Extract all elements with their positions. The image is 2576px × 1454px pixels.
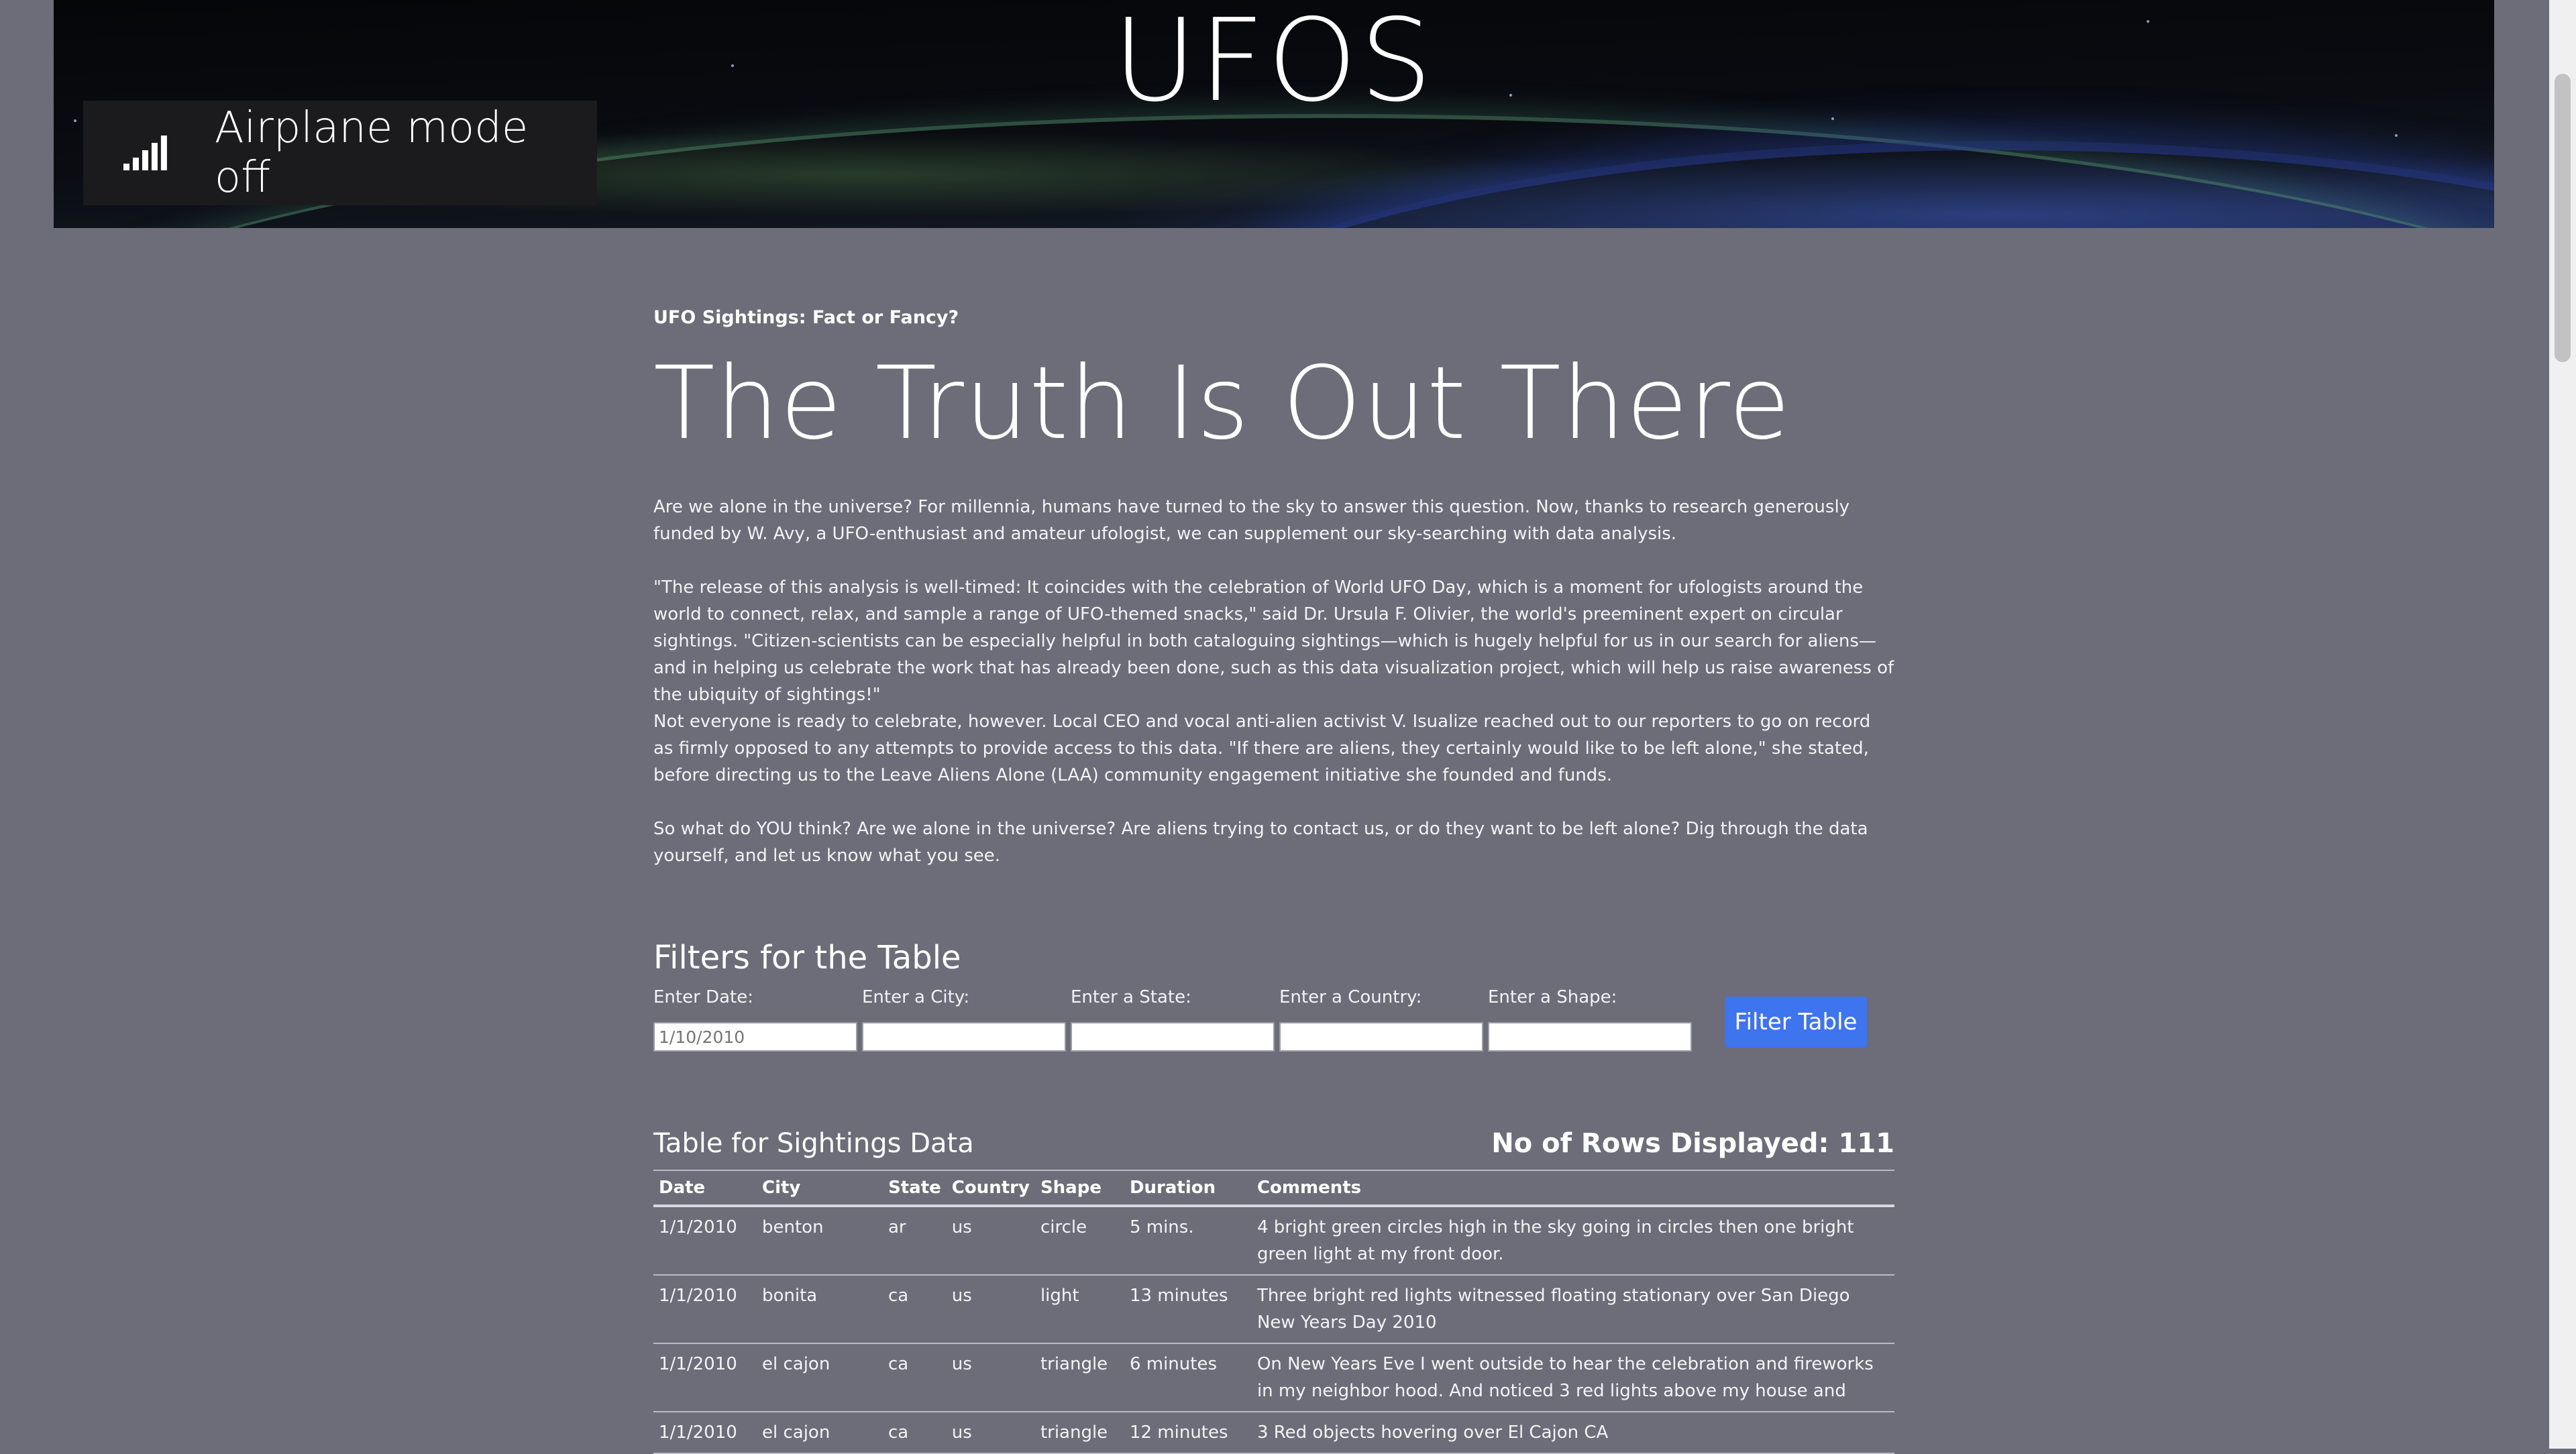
city-input[interactable] — [862, 1022, 1066, 1052]
cell-date: 1/1/2010 — [653, 1275, 757, 1344]
table-row: 1/1/2010 el cajon ca us triangle 12 minu… — [653, 1412, 1894, 1454]
col-header-shape: Shape — [1034, 1170, 1124, 1207]
shape-input[interactable] — [1488, 1022, 1692, 1052]
cell-shape: triangle — [1034, 1412, 1124, 1454]
cell-duration: 13 minutes — [1124, 1275, 1252, 1344]
filter-city-label: Enter a City: — [862, 987, 970, 1007]
cell-country: us — [946, 1275, 1035, 1344]
filter-state-label: Enter a State: — [1071, 987, 1191, 1007]
filter-country-label: Enter a Country: — [1279, 987, 1422, 1007]
cell-city: el cajon — [757, 1412, 883, 1454]
sightings-table: Date City State Country Shape Duration C… — [653, 1170, 1894, 1454]
col-header-comments: Comments — [1251, 1170, 1894, 1207]
filter-city: Enter a City: — [862, 987, 1066, 1052]
cell-comments: On New Years Eve I went outside to hear … — [1251, 1343, 1894, 1412]
rows-displayed-count: 111 — [1838, 1128, 1895, 1159]
table-title: Table for Sightings Data — [653, 1128, 974, 1159]
cell-city: bonita — [757, 1275, 883, 1344]
cell-shape: light — [1034, 1275, 1124, 1344]
state-input[interactable] — [1071, 1022, 1275, 1052]
filter-date: Enter Date: — [653, 987, 857, 1052]
table-row: 1/1/2010 benton ar us circle 5 mins. 4 b… — [653, 1206, 1894, 1276]
col-header-country: Country — [946, 1170, 1035, 1207]
cell-shape: circle — [1034, 1206, 1124, 1276]
vertical-scrollbar[interactable] — [2549, 0, 2576, 1449]
col-header-state: State — [883, 1170, 947, 1207]
article-headline: The Truth Is Out There — [653, 345, 1791, 462]
cell-duration: 5 mins. — [1124, 1206, 1252, 1276]
article-paragraph: Are we alone in the universe? For millen… — [653, 497, 1850, 544]
cell-country: us — [946, 1343, 1035, 1412]
filter-date-label: Enter Date: — [653, 987, 753, 1007]
article-paragraph: So what do YOU think? Are we alone in th… — [653, 819, 1868, 866]
filters-title: Filters for the Table — [653, 939, 961, 976]
cell-state: ca — [883, 1343, 947, 1412]
cell-comments: Three bright red lights witnessed floati… — [1251, 1275, 1894, 1344]
toast-text: Airplane mode off — [214, 103, 529, 203]
filter-country: Enter a Country: — [1279, 987, 1483, 1052]
filter-table-button[interactable]: Filter Table — [1725, 997, 1867, 1048]
article-paragraph: "The release of this analysis is well-ti… — [653, 577, 1894, 705]
cell-city: benton — [757, 1206, 883, 1276]
scrollbar-thumb[interactable] — [2555, 74, 2571, 362]
filter-shape-label: Enter a Shape: — [1488, 987, 1617, 1007]
filter-state: Enter a State: — [1071, 987, 1275, 1052]
cell-shape: triangle — [1034, 1343, 1124, 1412]
cell-date: 1/1/2010 — [653, 1412, 757, 1454]
cellular-signal-icon — [123, 135, 167, 170]
cell-comments: 4 bright green circles high in the sky g… — [1251, 1206, 1894, 1276]
article-paragraph: Not everyone is ready to celebrate, howe… — [653, 712, 1871, 785]
cell-date: 1/1/2010 — [653, 1206, 757, 1276]
table-row: 1/1/2010 bonita ca us light 13 minutes T… — [653, 1275, 1894, 1344]
cell-duration: 6 minutes — [1124, 1343, 1252, 1412]
cell-state: ca — [883, 1275, 947, 1344]
table-row: 1/1/2010 el cajon ca us triangle 6 minut… — [653, 1343, 1894, 1412]
cell-duration: 12 minutes — [1124, 1412, 1252, 1454]
cell-state: ar — [883, 1206, 947, 1276]
cell-date: 1/1/2010 — [653, 1343, 757, 1412]
rows-displayed-label: No of Rows Displayed: — [1491, 1128, 1829, 1159]
filter-shape: Enter a Shape: — [1488, 987, 1692, 1052]
col-header-date: Date — [653, 1170, 757, 1207]
article-kicker: UFO Sightings: Fact or Fancy? — [653, 307, 959, 328]
table-header-row: Date City State Country Shape Duration C… — [653, 1170, 1894, 1207]
country-input[interactable] — [1279, 1022, 1483, 1052]
col-header-duration: Duration — [1124, 1170, 1252, 1207]
cell-country: us — [946, 1206, 1035, 1276]
date-input[interactable] — [653, 1022, 857, 1052]
airplane-mode-toast[interactable]: Airplane mode off — [83, 101, 597, 205]
cell-city: el cajon — [757, 1343, 883, 1412]
rows-displayed: No of Rows Displayed: 111 — [1491, 1128, 1894, 1159]
star — [2395, 134, 2398, 137]
col-header-city: City — [757, 1170, 883, 1207]
cell-state: ca — [883, 1412, 947, 1454]
cell-comments: 3 Red objects hovering over El Cajon CA — [1251, 1412, 1894, 1454]
cell-country: us — [946, 1412, 1035, 1454]
